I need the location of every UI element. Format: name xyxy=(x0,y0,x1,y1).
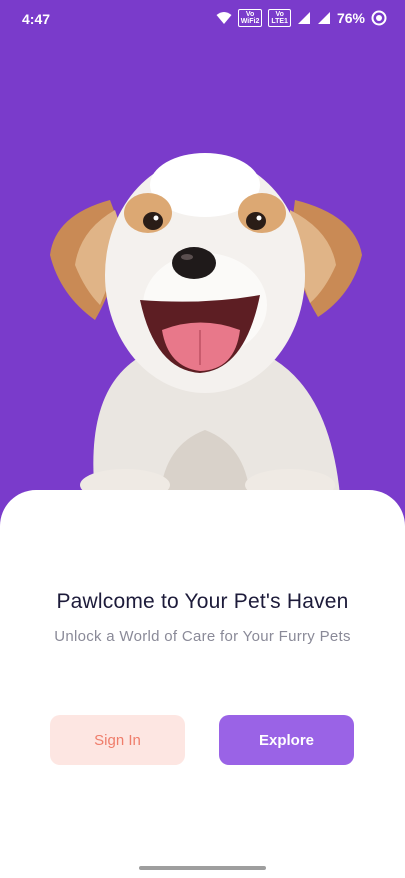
signal-icon-2 xyxy=(317,12,330,24)
battery-saver-icon xyxy=(371,10,387,26)
status-time: 4:47 xyxy=(22,11,51,27)
home-indicator[interactable] xyxy=(139,866,266,870)
battery-percent: 76% xyxy=(336,10,365,26)
wifi-icon xyxy=(216,12,232,24)
hero-banner: 4:47 Vo WiFi2 Vo LTE1 76% xyxy=(0,0,405,520)
puppy-illustration xyxy=(50,153,362,495)
welcome-subtitle: Unlock a World of Care for Your Furry Pe… xyxy=(54,628,351,645)
volte-lte-badge: Vo LTE1 xyxy=(268,9,291,27)
status-icons: Vo WiFi2 Vo LTE1 76% xyxy=(216,9,387,27)
explore-button[interactable]: Explore xyxy=(219,715,354,765)
volte-wifi-badge: Vo WiFi2 xyxy=(237,9,263,27)
welcome-title: Pawlcome to Your Pet's Haven xyxy=(56,590,349,613)
signal-icon-1 xyxy=(297,12,310,24)
status-bar: 4:47 Vo WiFi2 Vo LTE1 76% xyxy=(0,0,405,40)
sign-in-button[interactable]: Sign In xyxy=(50,715,185,765)
welcome-sheet xyxy=(0,490,405,878)
